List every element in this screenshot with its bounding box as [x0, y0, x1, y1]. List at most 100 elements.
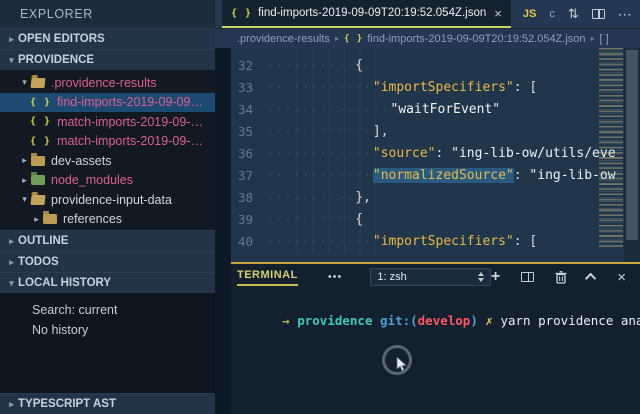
panel-header: TERMINAL ••• 1: zsh + ×: [215, 264, 640, 290]
prompt-token: git:(: [380, 313, 418, 328]
breadcrumb-node[interactable]: [ ]: [600, 33, 609, 45]
code-token: {: [355, 212, 363, 227]
mouse-cursor-icon: [396, 357, 408, 373]
breadcrumb-folder[interactable]: .providence-results: [237, 33, 330, 45]
split-terminal-icon[interactable]: [521, 272, 534, 282]
maximize-panel-icon[interactable]: [585, 273, 596, 284]
section-local-history[interactable]: ▾ LOCAL HISTORY: [0, 272, 215, 293]
close-panel-icon[interactable]: ×: [617, 269, 626, 286]
whitespace-dots: ··············: [267, 103, 391, 116]
prompt-token: yarn providence analyze: [500, 313, 640, 328]
split-editor-icon[interactable]: [592, 9, 605, 19]
code-line[interactable]: 37············"normalizedSource": "ing-l…: [215, 164, 640, 186]
whitespace-dots: ············: [267, 125, 373, 138]
section-providence[interactable]: ▾ PROVIDENCE: [0, 49, 215, 70]
breadcrumb: .providence-results ▸ { } find-imports-2…: [215, 28, 640, 48]
shell-prompt: → providence git:(develop) ✗ yarn provid…: [282, 313, 640, 328]
code-line[interactable]: 33············"importSpecifiers": [: [215, 76, 640, 98]
scrollbar-thumb[interactable]: [626, 50, 638, 240]
prompt-token: ): [470, 313, 485, 328]
terminal-panel: TERMINAL ••• 1: zsh + × →: [215, 262, 640, 414]
code-line[interactable]: 40············"importSpecifiers": [: [215, 230, 640, 252]
tree-item[interactable]: ▸node_modules: [0, 171, 215, 191]
chevron-down-icon: ▾: [18, 77, 31, 88]
code-line[interactable]: 39··········{: [215, 208, 640, 230]
tree-item[interactable]: ▸references: [0, 210, 215, 230]
chevron-down-icon: ▾: [5, 55, 18, 66]
tree-item[interactable]: ▾.providence-results: [0, 73, 215, 93]
more-actions-icon[interactable]: ⋯: [618, 6, 633, 23]
tab-find-imports-json[interactable]: { } find-imports-2019-09-09T20:19:52.054…: [222, 0, 511, 28]
shell-select-value: 1: zsh: [377, 271, 478, 283]
section-label: TODOS: [18, 256, 59, 268]
section-label: LOCAL HISTORY: [18, 277, 111, 289]
breadcrumb-separator-icon: ▸: [335, 34, 339, 43]
code-line[interactable]: 38··········},: [215, 186, 640, 208]
code-token: "normalizedSource": [373, 168, 514, 183]
terminal-shell-select[interactable]: 1: zsh: [370, 268, 491, 286]
js-badge-button[interactable]: JS: [523, 8, 536, 20]
tree-item-label: providence-input-data: [51, 193, 172, 207]
tree-item[interactable]: ▾ providence-input-data: [0, 190, 215, 210]
json-file-icon: { }: [30, 97, 51, 108]
chevron-right-icon: ▸: [5, 399, 18, 410]
code-line[interactable]: 32··········{: [215, 54, 640, 76]
code-lines[interactable]: 32··········{33············"importSpecif…: [215, 48, 640, 252]
tab-bar: { } find-imports-2019-09-09T20:19:52.054…: [215, 0, 640, 28]
code-line[interactable]: 36············"source": "ing-lib-ow/util…: [215, 142, 640, 164]
tree-item-label: find-imports-2019-09-09T20...: [57, 95, 207, 109]
terminal-output[interactable]: → providence git:(develop) ✗ yarn provid…: [215, 290, 640, 343]
section-open-editors[interactable]: ▸ OPEN EDITORS: [0, 28, 215, 49]
tree-item-label: match-imports-2019-09-09T...: [57, 134, 207, 148]
click-indicator: [382, 345, 412, 375]
tree-item[interactable]: { }match-imports-2019-09-09T...: [0, 112, 215, 132]
breadcrumb-file[interactable]: find-imports-2019-09-09T20:19:52.054Z.js…: [367, 33, 585, 45]
code-token: "importSpecifiers": [373, 234, 514, 249]
panel-actions: + ×: [491, 269, 626, 286]
json-file-icon: { }: [30, 136, 51, 147]
code-token: :: [514, 168, 530, 183]
whitespace-dots: ············: [267, 169, 373, 182]
tree-item[interactable]: { } match-imports-2019-09-09T...: [0, 132, 215, 152]
local-history-status: No history: [0, 320, 215, 340]
close-tab-icon[interactable]: ×: [494, 6, 502, 21]
editor-scrollbar[interactable]: [624, 48, 640, 262]
chevron-right-icon: ▸: [18, 155, 31, 166]
chevron-right-icon: ▸: [5, 236, 18, 247]
new-terminal-icon[interactable]: +: [491, 269, 500, 285]
whitespace-dots: ··········: [267, 191, 355, 204]
chevron-down-icon: ▾: [18, 194, 31, 205]
prompt-token: ✗: [485, 313, 500, 328]
section-todos[interactable]: ▸ TODOS: [0, 251, 215, 272]
sync-icon[interactable]: ⇅: [568, 6, 579, 22]
code-line[interactable]: 35············],: [215, 120, 640, 142]
tab-label: find-imports-2019-09-09T20:19:52.054Z.js…: [258, 7, 486, 19]
whitespace-dots: ············: [267, 81, 373, 94]
local-history-content: Search: current No history: [0, 293, 215, 392]
prompt-token: →: [282, 313, 297, 328]
folder-icon: [31, 175, 45, 185]
json-file-icon: { }: [231, 8, 252, 19]
folder-icon: [30, 78, 45, 88]
minimap[interactable]: [599, 48, 623, 248]
code-token: {: [355, 58, 363, 73]
tab-terminal[interactable]: TERMINAL: [237, 269, 298, 286]
code-line[interactable]: 34··············"waitForEvent": [215, 98, 640, 120]
tree-item[interactable]: ▸ dev-assets: [0, 151, 215, 171]
section-label: TYPESCRIPT AST: [18, 398, 116, 410]
code-editor[interactable]: 32··········{33············"importSpecif…: [215, 48, 640, 262]
chevron-right-icon: ▸: [18, 175, 31, 186]
trash-icon[interactable]: [555, 271, 567, 284]
tree-item-label: dev-assets: [51, 154, 111, 168]
code-token: ],: [373, 124, 389, 139]
code-token: :: [436, 146, 452, 161]
editor-group: { } find-imports-2019-09-09T20:19:52.054…: [215, 0, 640, 414]
section-label: PROVIDENCE: [18, 54, 94, 66]
section-typescript-ast[interactable]: ▸ TYPESCRIPT AST: [0, 393, 215, 414]
whitespace-dots: ··········: [267, 59, 355, 72]
section-label: OUTLINE: [18, 235, 68, 247]
panel-more-icon[interactable]: •••: [328, 271, 343, 283]
section-outline[interactable]: ▸ OUTLINE: [0, 230, 215, 251]
c-badge-button[interactable]: c: [549, 8, 555, 20]
tree-item[interactable]: { } find-imports-2019-09-09T20...: [0, 93, 215, 113]
